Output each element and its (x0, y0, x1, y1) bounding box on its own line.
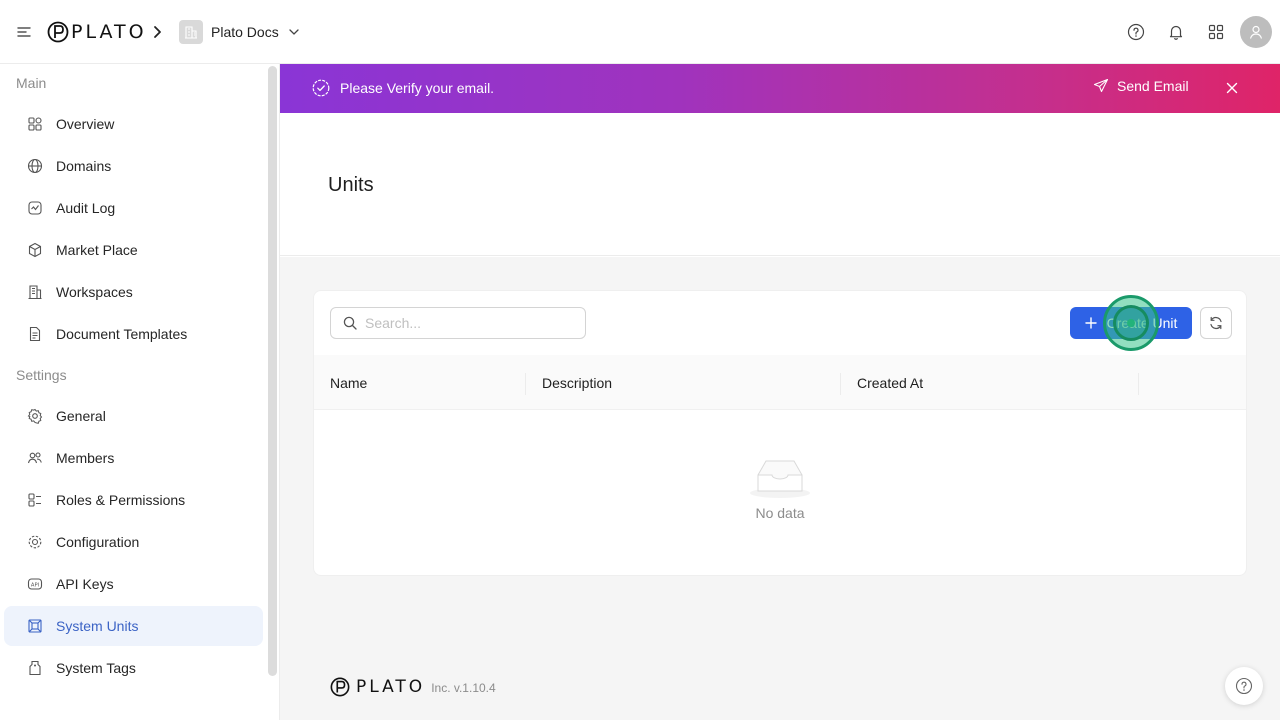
sidebar-section-settings: Settings (16, 367, 67, 383)
sidebar-item-label: Configuration (56, 534, 140, 550)
user-icon (1249, 25, 1263, 39)
column-divider (1138, 373, 1139, 395)
sidebar-item-document-templates[interactable]: Document Templates (4, 314, 263, 354)
column-header-description[interactable]: Description (542, 355, 612, 410)
search-icon (343, 316, 357, 330)
units-icon (26, 617, 44, 635)
verify-email-banner: Please Verify your email. Send Email (280, 64, 1280, 113)
sidebar-item-label: API Keys (56, 576, 114, 592)
units-card: Create Unit Name Description Created At … (313, 290, 1247, 576)
top-bar: PLATO Plato Docs (0, 0, 1280, 64)
bell-icon[interactable] (1156, 16, 1196, 48)
search-input[interactable] (365, 315, 565, 331)
help-icon (1235, 677, 1253, 695)
plato-logo-mark-icon (47, 21, 69, 43)
plato-logo[interactable]: PLATO (47, 21, 147, 43)
sidebar-item-configuration[interactable]: Configuration (4, 522, 263, 562)
tag-icon (26, 659, 44, 677)
refresh-icon (1210, 316, 1222, 330)
menu-icon[interactable] (14, 22, 34, 42)
page-header: Units (280, 113, 1280, 256)
banner-message: Please Verify your email. (340, 80, 495, 96)
sidebar-item-domains[interactable]: Domains (4, 146, 263, 186)
sidebar-item-label: Members (56, 450, 115, 466)
sidebar-item-label: Overview (56, 116, 115, 132)
building-icon (26, 283, 44, 301)
header-actions (1116, 16, 1280, 48)
avatar[interactable] (1240, 16, 1272, 48)
search-field[interactable] (330, 307, 586, 339)
sidebar-item-system-units[interactable]: System Units (4, 606, 263, 646)
chevron-right-icon (151, 24, 165, 40)
sidebar-item-label: Audit Log (56, 200, 116, 216)
logo-text: PLATO (71, 21, 147, 43)
sidebar-item-label: System Tags (56, 660, 136, 676)
column-divider (525, 373, 526, 395)
sidebar-item-label: Roles & Permissions (56, 492, 186, 508)
sidebar-item-label: Domains (56, 158, 112, 174)
sidebar-item-system-tags[interactable]: System Tags (4, 648, 263, 688)
configuration-icon (26, 533, 44, 551)
plato-logo-mark-icon (330, 677, 350, 697)
gear-icon (26, 407, 44, 425)
sidebar-item-api-keys[interactable]: API API Keys (4, 564, 263, 604)
svg-text:API: API (31, 582, 40, 588)
empty-text: No data (755, 505, 805, 521)
sidebar-item-audit-log[interactable]: Audit Log (4, 188, 263, 228)
send-email-label: Send Email (1117, 78, 1189, 94)
footer: PLATO Inc. v.1.10.4 (330, 677, 496, 697)
document-icon (26, 325, 44, 343)
members-icon (26, 449, 44, 467)
roles-icon (26, 491, 44, 509)
create-unit-label: Create Unit (1106, 315, 1178, 331)
table-header: Name Description Created At (314, 355, 1246, 410)
sidebar-item-workspaces[interactable]: Workspaces (4, 272, 263, 312)
sidebar-item-label: Market Place (56, 242, 138, 258)
sidebar-item-label: Document Templates (56, 326, 188, 342)
sidebar-item-roles-permissions[interactable]: Roles & Permissions (4, 480, 263, 520)
sidebar: Main Overview Domains Audit Log Market P… (0, 64, 280, 720)
workspace-switcher[interactable]: Plato Docs (179, 20, 301, 44)
sidebar-item-general[interactable]: General (4, 396, 263, 436)
empty-inbox-icon (750, 460, 810, 498)
chevron-down-icon (287, 25, 301, 39)
building-icon (179, 20, 203, 44)
help-icon[interactable] (1116, 16, 1156, 48)
cube-icon (26, 241, 44, 259)
floating-help-button[interactable] (1225, 667, 1263, 705)
page-title: Units (328, 174, 374, 196)
sidebar-scrollbar[interactable] (268, 66, 277, 676)
send-email-button[interactable]: Send Email (1093, 78, 1189, 94)
plus-icon (1084, 317, 1097, 329)
empty-state: No data (314, 411, 1246, 575)
send-icon (1093, 78, 1109, 93)
sidebar-item-members[interactable]: Members (4, 438, 263, 478)
sidebar-item-market-place[interactable]: Market Place (4, 230, 263, 270)
sidebar-item-label: Workspaces (56, 284, 133, 300)
sidebar-item-label: System Units (56, 618, 139, 634)
sidebar-item-label: General (56, 408, 106, 424)
close-icon[interactable] (1224, 80, 1240, 96)
footer-logo-text: PLATO (356, 677, 426, 697)
apps-grid-icon[interactable] (1196, 16, 1236, 48)
sidebar-item-overview[interactable]: Overview (4, 104, 263, 144)
sidebar-section-main: Main (16, 75, 47, 91)
column-divider (840, 373, 841, 395)
overview-icon (26, 115, 44, 133)
refresh-button[interactable] (1200, 307, 1232, 339)
workspace-name: Plato Docs (211, 24, 279, 40)
main-content: Create Unit Name Description Created At … (280, 257, 1280, 720)
api-icon: API (26, 575, 44, 593)
check-circle-icon (312, 79, 330, 97)
audit-log-icon (26, 199, 44, 217)
globe-icon (26, 157, 44, 175)
column-header-name[interactable]: Name (330, 355, 367, 410)
create-unit-button[interactable]: Create Unit (1070, 307, 1192, 339)
version-text: Inc. v.1.10.4 (431, 681, 496, 695)
column-header-created-at[interactable]: Created At (857, 355, 923, 410)
